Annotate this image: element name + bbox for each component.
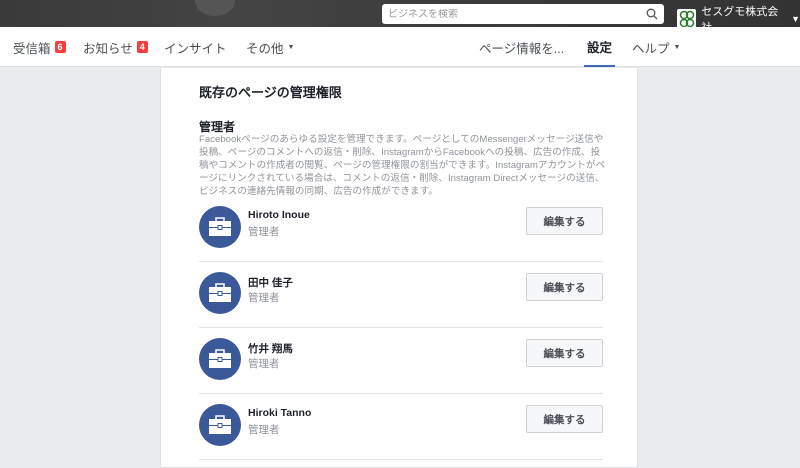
tab-label: 設定 (587, 40, 613, 55)
avatar (199, 272, 241, 314)
edit-button[interactable]: 編集する (526, 273, 603, 301)
role-description: Facebookページのあらゆる設定を管理できます。ページとしてのMesseng… (199, 134, 606, 197)
tab-label: ページ情報を... (479, 41, 565, 56)
briefcase-icon (209, 415, 231, 434)
person-role: 管理者 (248, 424, 280, 436)
person-name: Hiroki Tanno (248, 407, 312, 419)
cover-photo (195, 0, 235, 16)
person-row: Hiroto Inoue 管理者 編集する (199, 196, 603, 262)
person-row: Hiroki Tanno 管理者 編集する (199, 394, 603, 460)
person-name: Hiroto Inoue (248, 209, 310, 221)
edit-button[interactable]: 編集する (526, 405, 603, 433)
search-icon[interactable] (646, 8, 658, 20)
tab-label: ヘルプ (632, 41, 670, 56)
person-role: 管理者 (248, 358, 280, 370)
admin-roles-card: 既存のページの管理権限 管理者 Facebookページのあらゆる設定を管理できま… (160, 68, 638, 468)
tab-notifications[interactable]: お知らせ 4 (83, 27, 148, 67)
person-name: 竹井 翔馬 (248, 343, 293, 355)
person-row: 田中 佳子 管理者 編集する (199, 262, 603, 328)
briefcase-icon (209, 283, 231, 302)
edit-button[interactable]: 編集する (526, 339, 603, 367)
inbox-badge: 6 (54, 41, 66, 53)
person-role: 管理者 (248, 226, 280, 238)
person-role: 管理者 (248, 292, 280, 304)
top-bar: セスグモ株式会社 ▼ (0, 0, 800, 34)
company-logo (677, 9, 697, 29)
tab-label: その他 (246, 41, 284, 56)
tab-settings[interactable]: 設定 (584, 27, 616, 67)
caret-down-icon: ▼ (791, 14, 800, 24)
person-name: 田中 佳子 (248, 277, 293, 289)
tab-insights[interactable]: インサイト (164, 27, 227, 67)
avatar (199, 206, 241, 248)
tab-label: お知らせ (83, 41, 133, 56)
search-box[interactable] (382, 4, 664, 24)
page-nav: 受信箱 6 お知らせ 4 インサイト その他 ▼ ページ情報を... 設定 ヘルプ ▼ (0, 27, 800, 67)
caret-down-icon: ▼ (287, 43, 295, 51)
notifications-badge: 4 (136, 41, 148, 53)
search-input[interactable] (388, 8, 646, 20)
section-title: 既存のページの管理権限 (199, 85, 342, 100)
avatar (199, 338, 241, 380)
tab-page-info[interactable]: ページ情報を... (479, 27, 564, 67)
tab-label: インサイト (164, 41, 227, 56)
person-row: 竹井 翔馬 管理者 編集する (199, 328, 603, 394)
tab-inbox[interactable]: 受信箱 6 (13, 27, 66, 67)
tab-help[interactable]: ヘルプ ▼ (632, 27, 680, 67)
briefcase-icon (209, 217, 231, 236)
tab-more[interactable]: その他 ▼ (246, 27, 294, 67)
caret-down-icon: ▼ (673, 43, 681, 51)
briefcase-icon (209, 349, 231, 368)
edit-button[interactable]: 編集する (526, 207, 603, 235)
avatar (199, 404, 241, 446)
tab-label: 受信箱 (13, 41, 51, 56)
